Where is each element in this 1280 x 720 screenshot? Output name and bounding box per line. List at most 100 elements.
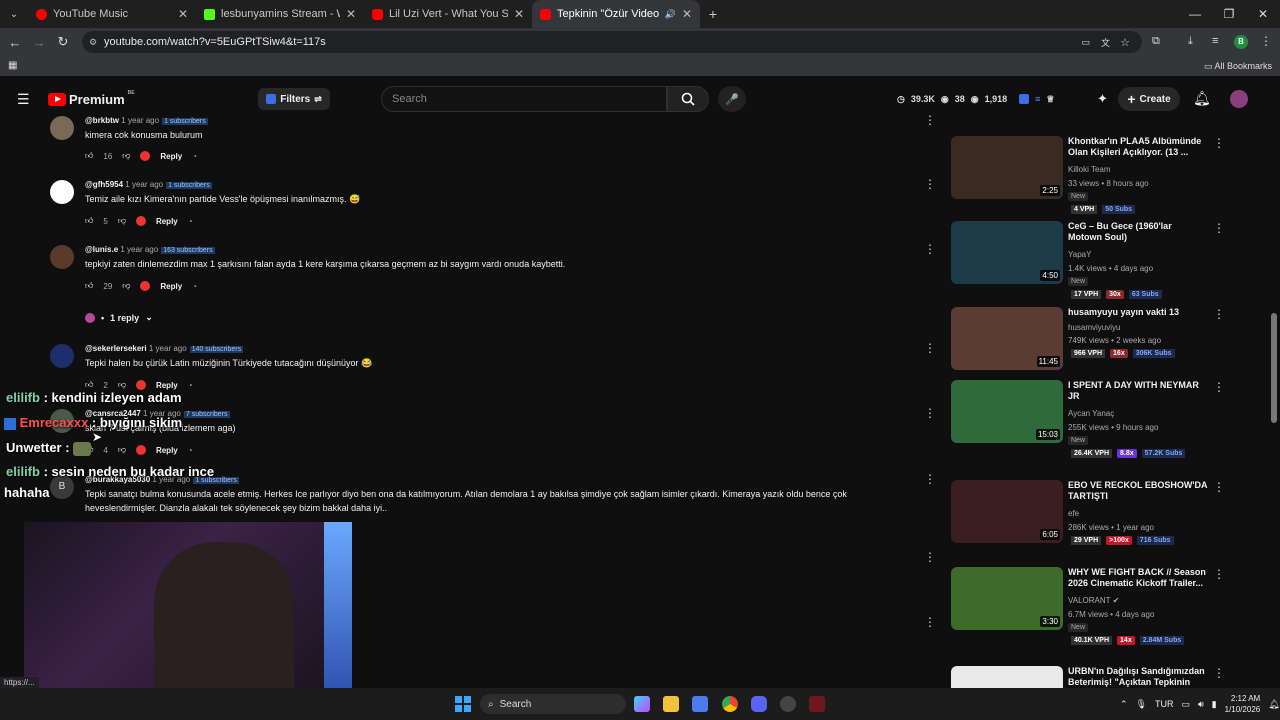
channel-name[interactable]: husamviyuviyu (1068, 323, 1120, 332)
video-thumbnail[interactable]: 6:05 (951, 480, 1063, 543)
video-title[interactable]: Khontkar'ın PLAA5 Albümünde Olan Kişiler… (1068, 136, 1208, 158)
related-video[interactable]: 2:25 Khontkar'ın PLAA5 Albümünde Olan Ki… (951, 136, 1225, 214)
tab-list-icon[interactable]: ⌄ (0, 9, 28, 20)
back-icon[interactable]: ← (3, 35, 27, 50)
video-thumbnail[interactable] (951, 666, 1063, 688)
commenter-avatar[interactable] (50, 180, 74, 204)
video-menu-icon[interactable]: ⋮ (1213, 666, 1221, 680)
all-bookmarks-folder[interactable]: ▭ All Bookmarks (1204, 61, 1272, 72)
maximize-icon[interactable]: ❐ (1212, 0, 1246, 28)
volume-icon[interactable]: 🔊︎ (1198, 699, 1204, 710)
chrome-icon[interactable] (722, 696, 738, 712)
video-title[interactable]: husamyuyu yayın vakti 13 (1068, 307, 1208, 318)
video-menu-icon[interactable]: ⋮ (1213, 567, 1225, 581)
close-tab-icon[interactable]: ✕ (682, 7, 692, 21)
tab-lil-uzi[interactable]: Lil Uzi Vert - What You Saying✕ (364, 0, 532, 28)
extension-icon[interactable] (1019, 94, 1030, 104)
cast-icon[interactable]: ▭ (1081, 37, 1090, 48)
video-title[interactable]: WHY WE FIGHT BACK // Season 2026 Cinemat… (1068, 567, 1208, 589)
trophy-icon[interactable]: ♕ (1046, 94, 1054, 105)
commenter-avatar[interactable] (50, 344, 74, 368)
close-tab-icon[interactable]: ✕ (178, 7, 188, 21)
tab-youtube-music[interactable]: YouTube Music ✕ (28, 0, 196, 28)
video-title[interactable]: I SPENT A DAY WITH NEYMAR JR (1068, 380, 1208, 402)
comment-menu-icon[interactable]: ⋮ (924, 615, 936, 629)
file-explorer-icon[interactable] (663, 696, 679, 712)
channel-name[interactable]: YapaY (1068, 250, 1091, 259)
profile-avatar[interactable]: B (1234, 35, 1248, 49)
filters-button[interactable]: Filters ⇌ (258, 88, 330, 110)
dislike-icon[interactable]: 👎︎ (122, 151, 130, 161)
extension-action-icon[interactable]: ◔ (188, 217, 193, 226)
media-icon[interactable]: ≡ (1212, 35, 1218, 47)
close-tab-icon[interactable]: ✕ (346, 7, 356, 21)
comment-menu-icon[interactable]: ⋮ (924, 341, 936, 355)
new-tab-icon[interactable]: + (700, 6, 726, 22)
reply-button[interactable]: Reply (160, 152, 182, 161)
search-input[interactable]: Search (381, 86, 667, 112)
notification-bell-icon[interactable]: 🔔︎ (1268, 699, 1279, 710)
comment-handle[interactable]: @brkbtw (85, 116, 119, 125)
windows-start-icon[interactable] (455, 696, 471, 712)
bookmark-star-icon[interactable]: ☆ (1120, 36, 1130, 49)
battery-icon[interactable]: ▮ (1212, 699, 1217, 710)
commenter-avatar[interactable] (50, 116, 74, 140)
related-video[interactable]: 11:45 husamyuyu yayın vakti 13 husamviyu… (951, 307, 1225, 377)
address-bar[interactable]: ⚙ youtube.com/watch?v=5EuGPtTSiw4&t=117s… (82, 31, 1142, 53)
video-thumbnail[interactable]: 4:50 (951, 221, 1063, 284)
comment-handle[interactable]: @gfh5954 (85, 180, 123, 189)
video-menu-icon[interactable]: ⋮ (1213, 307, 1225, 321)
video-menu-icon[interactable]: ⋮ (1213, 221, 1225, 235)
clock[interactable]: 2:12 AM 1/10/2026 (1225, 693, 1261, 715)
forward-icon[interactable]: → (27, 35, 51, 50)
minimize-icon[interactable]: — (1178, 0, 1212, 28)
page-scrollbar[interactable] (1271, 313, 1277, 423)
replies-toggle[interactable]: • 1 reply ⌄ (85, 312, 153, 323)
discord-icon[interactable] (751, 696, 767, 712)
video-menu-icon[interactable]: ⋮ (1213, 480, 1225, 494)
close-window-icon[interactable]: ✕ (1246, 0, 1280, 28)
app-icon[interactable] (809, 696, 825, 712)
url-text[interactable]: youtube.com/watch?v=5EuGPtTSiw4&t=117s (104, 36, 326, 48)
comment-handle[interactable]: @lunis.e (85, 245, 118, 254)
like-icon[interactable]: 👍︎ (85, 216, 93, 226)
comment-menu-icon[interactable]: ⋮ (924, 113, 936, 127)
related-video[interactable]: 6:05 EBO VE RECKOL EBOSHOW'DA TARTIŞTI e… (951, 480, 1225, 550)
reply-button[interactable]: Reply (156, 446, 178, 455)
commenter-avatar[interactable] (50, 245, 74, 269)
speaker-icon[interactable]: 🔊 (665, 9, 676, 20)
list-icon[interactable]: ≡ (1035, 94, 1040, 104)
youtube-premium-logo[interactable]: Premium BE (48, 90, 135, 107)
video-thumbnail[interactable]: 2:25 (951, 136, 1063, 199)
video-thumbnail[interactable]: 3:30 (951, 567, 1063, 630)
voice-search-button[interactable]: 🎤 (718, 86, 746, 112)
related-video[interactable]: URBN'ın Dağılışı Sandığımızdan Beterimiş… (951, 666, 1221, 688)
browser-menu-icon[interactable]: ⋮ (1260, 34, 1272, 48)
channel-name[interactable]: Aycan Yanaç (1068, 409, 1114, 418)
video-title[interactable]: EBO VE RECKOL EBOSHOW'DA TARTIŞTI (1068, 480, 1208, 502)
tab-active-video[interactable]: Tepkinin "Özür Videosu" ve🔊✕ (532, 0, 700, 28)
extension-action-icon[interactable]: ◔ (192, 152, 197, 161)
tab-kick-stream[interactable]: lesbunyamins Stream - Watch L✕ (196, 0, 364, 28)
reload-icon[interactable]: ↻ (51, 34, 75, 50)
downloads-icon[interactable]: ⤓ (1188, 35, 1193, 48)
channel-name[interactable]: VALORANT ✔ (1068, 596, 1119, 605)
reply-button[interactable]: Reply (156, 217, 178, 226)
apps-grid-icon[interactable]: ▦ (8, 60, 17, 71)
video-title[interactable]: CeG – Bu Gece (1960'lar Motown Soul) (1068, 221, 1208, 243)
extensions-icon[interactable]: ⧉ (1152, 35, 1160, 48)
channel-name[interactable]: efe (1068, 509, 1079, 518)
close-tab-icon[interactable]: ✕ (514, 7, 524, 21)
comment-menu-icon[interactable]: ⋮ (924, 177, 936, 191)
extension-action-icon[interactable]: ◔ (188, 446, 193, 455)
dislike-icon[interactable]: 👎︎ (118, 216, 126, 226)
video-thumbnail[interactable]: 11:45 (951, 307, 1063, 370)
related-video[interactable]: 4:50 CeG – Bu Gece (1960'lar Motown Soul… (951, 221, 1225, 299)
video-menu-icon[interactable]: ⋮ (1213, 136, 1225, 150)
channel-name[interactable]: Killoki Team (1068, 165, 1111, 174)
translate-icon[interactable]: 文 (1101, 36, 1110, 49)
input-language[interactable]: TUR (1155, 699, 1174, 709)
like-icon[interactable]: 👍︎ (85, 281, 93, 291)
like-icon[interactable]: 👍︎ (85, 380, 93, 390)
reply-button[interactable]: Reply (160, 282, 182, 291)
